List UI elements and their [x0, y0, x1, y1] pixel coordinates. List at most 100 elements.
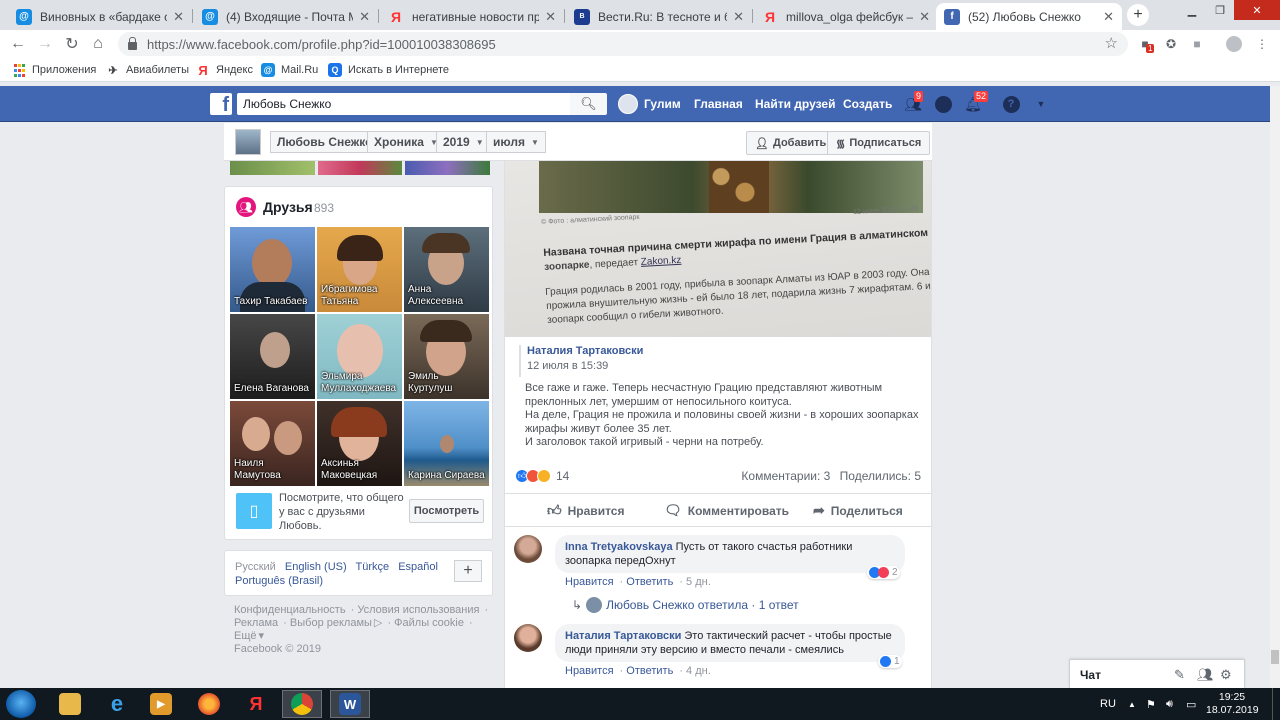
close-icon[interactable]: ✕: [919, 9, 930, 25]
taskbar-media[interactable]: ▶: [141, 690, 181, 718]
comment-reply-link[interactable]: Ответить: [626, 576, 673, 588]
section-selector[interactable]: Хроника ▼: [367, 131, 445, 153]
home-icon[interactable]: ⌂: [88, 34, 108, 54]
taskbar-chrome[interactable]: [282, 690, 322, 718]
profile-name-link[interactable]: Любовь Снежко: [270, 131, 380, 153]
browser-tab[interactable]: @ Виновных в «бардаке со спр ✕: [8, 3, 192, 30]
footer-link[interactable]: Выбор рекламы: [290, 617, 372, 629]
friend-tile[interactable]: Наиля Мамутова: [230, 401, 315, 486]
menu-icon[interactable]: ⋮: [1254, 36, 1270, 52]
taskbar-ie[interactable]: e: [97, 690, 137, 718]
scrollbar-thumb[interactable]: [1271, 650, 1279, 664]
flag-icon[interactable]: ⚑: [1146, 688, 1156, 720]
forward-icon[interactable]: →: [35, 34, 55, 54]
bookmark-item[interactable]: ✈ Авиабилеты: [106, 62, 189, 78]
minimize-icon[interactable]: ▁: [1178, 0, 1206, 20]
follow-button[interactable]: ᯾ Подписаться: [827, 131, 931, 155]
friend-tile[interactable]: Карина Сираева: [404, 401, 489, 486]
avatar[interactable]: [514, 535, 542, 563]
volume-icon[interactable]: 🔊︎: [1166, 688, 1173, 720]
year-selector[interactable]: 2019 ▼: [436, 131, 491, 153]
friend-tile[interactable]: Ибрагимова Татьяна: [317, 227, 402, 312]
view-replies-link[interactable]: ↳ Любовь Снежко ответила · 1 ответ: [572, 597, 799, 613]
extension-icon[interactable]: ✪: [1163, 36, 1179, 52]
browser-tab[interactable]: Я негативные новости про алм ✕: [380, 3, 564, 30]
network-icon[interactable]: ▭: [1186, 688, 1196, 720]
reactions-summary[interactable]: 👍︎ 14: [515, 468, 569, 484]
search-button[interactable]: 🔍︎: [570, 93, 607, 115]
close-icon[interactable]: ✕: [173, 9, 184, 25]
reload-icon[interactable]: ↻: [62, 34, 82, 54]
profile-icon[interactable]: [1226, 36, 1242, 52]
friend-tile[interactable]: Тахир Такабаев: [230, 227, 315, 312]
photo-thumbnail[interactable]: [230, 161, 315, 175]
photo-thumbnail[interactable]: [405, 161, 491, 175]
avatar[interactable]: [514, 624, 542, 652]
address-bar[interactable]: https://www.facebook.com/profile.php?id=…: [118, 32, 1128, 56]
friend-tile[interactable]: Аксинья Маковецкая: [317, 401, 402, 486]
comment-like-link[interactable]: Нравится: [565, 665, 614, 677]
close-icon[interactable]: ✕: [733, 9, 744, 25]
language-link[interactable]: Türkçe: [356, 561, 390, 573]
friend-tile[interactable]: Елена Ваганова: [230, 314, 315, 399]
comment-button[interactable]: 🗨︎ Комментировать: [664, 502, 789, 519]
notifications-icon[interactable]: 🔔︎ 52: [963, 91, 989, 114]
help-icon[interactable]: ?: [1001, 94, 1021, 114]
browser-tab-active[interactable]: f (52) Любовь Снежко ✕: [936, 3, 1122, 30]
friend-tile[interactable]: Эльмира Муллаходжаева: [317, 314, 402, 399]
tray-expand-icon[interactable]: ▲: [1128, 688, 1136, 720]
bookmark-item[interactable]: Я Яндекс: [196, 62, 253, 78]
footer-link[interactable]: Файлы cookie: [394, 617, 464, 629]
footer-link[interactable]: Ещё: [234, 630, 257, 642]
add-friend-button[interactable]: 👤︎ Добавить: [746, 131, 836, 155]
comments-count[interactable]: Комментарии: 3: [741, 469, 830, 483]
post-image[interactable]: 12 июля 2019, 14:46 © Фото : алматинский…: [505, 161, 931, 337]
search-input[interactable]: [237, 93, 570, 115]
bookmark-item[interactable]: @ Mail.Ru: [261, 62, 318, 78]
shares-count[interactable]: Поделились: 5: [840, 469, 921, 483]
restore-icon[interactable]: ❐: [1206, 0, 1234, 20]
compose-icon[interactable]: ✎: [1174, 667, 1185, 683]
window-close-button[interactable]: ✕: [1234, 0, 1280, 20]
share-button[interactable]: ➦ Поделиться: [813, 502, 903, 519]
footer-link[interactable]: Конфиденциальность: [234, 604, 346, 616]
footer-link[interactable]: Реклама: [234, 617, 278, 629]
post-timestamp[interactable]: 12 июля в 15:39: [527, 360, 919, 372]
add-language-button[interactable]: +: [454, 560, 482, 582]
close-icon[interactable]: ✕: [1103, 9, 1114, 25]
close-icon[interactable]: ✕: [545, 9, 556, 25]
language-indicator[interactable]: RU: [1100, 688, 1116, 720]
browser-tab[interactable]: Я millova_olga фейсбук — Янде ✕: [754, 3, 938, 30]
friend-requests-icon[interactable]: 👥︎ 9: [903, 91, 924, 114]
show-desktop-button[interactable]: [1272, 688, 1280, 720]
taskbar-clock[interactable]: 19:25 18.07.2019: [1206, 691, 1259, 717]
start-button[interactable]: [6, 690, 36, 718]
page-scrollbar[interactable]: [1270, 86, 1280, 688]
nav-home[interactable]: Главная: [694, 86, 743, 122]
comment-time[interactable]: 4 дн.: [686, 665, 711, 677]
browser-tab[interactable]: B Вести.Ru: В тесноте и без еды ✕: [566, 3, 752, 30]
back-icon[interactable]: ←: [8, 34, 28, 54]
footer-link[interactable]: Условия использования: [357, 604, 479, 616]
nav-create[interactable]: Создать: [843, 86, 892, 122]
comment-reply-link[interactable]: Ответить: [626, 665, 673, 677]
group-icon[interactable]: 👥︎: [1197, 667, 1214, 683]
account-menu-icon[interactable]: ▼: [1031, 94, 1051, 114]
comment-time[interactable]: 5 дн.: [686, 576, 711, 588]
bookmark-item[interactable]: Приложения: [12, 62, 96, 78]
comment-author[interactable]: Inna Tretyakovskaya: [565, 541, 673, 553]
post-author[interactable]: Наталия Тартаковски: [527, 345, 919, 357]
chat-bar[interactable]: Чат ✎ 👥︎ ⚙: [1069, 659, 1245, 688]
friend-tile[interactable]: Анна Алексеевна: [404, 227, 489, 312]
like-button[interactable]: 👍︎ Нравится: [547, 502, 624, 519]
language-link[interactable]: Español: [398, 561, 438, 573]
new-tab-button[interactable]: +: [1127, 4, 1149, 26]
nav-find-friends[interactable]: Найти друзей: [755, 86, 835, 122]
taskbar-explorer[interactable]: [50, 690, 90, 718]
close-icon[interactable]: ✕: [359, 9, 370, 25]
comment-reactions[interactable]: 1: [878, 655, 902, 668]
language-link[interactable]: Português (Brasil): [235, 575, 323, 587]
friends-title[interactable]: Друзья: [263, 199, 313, 215]
profile-thumbnail[interactable]: [235, 129, 261, 155]
photo-thumbnail[interactable]: [317, 161, 403, 175]
